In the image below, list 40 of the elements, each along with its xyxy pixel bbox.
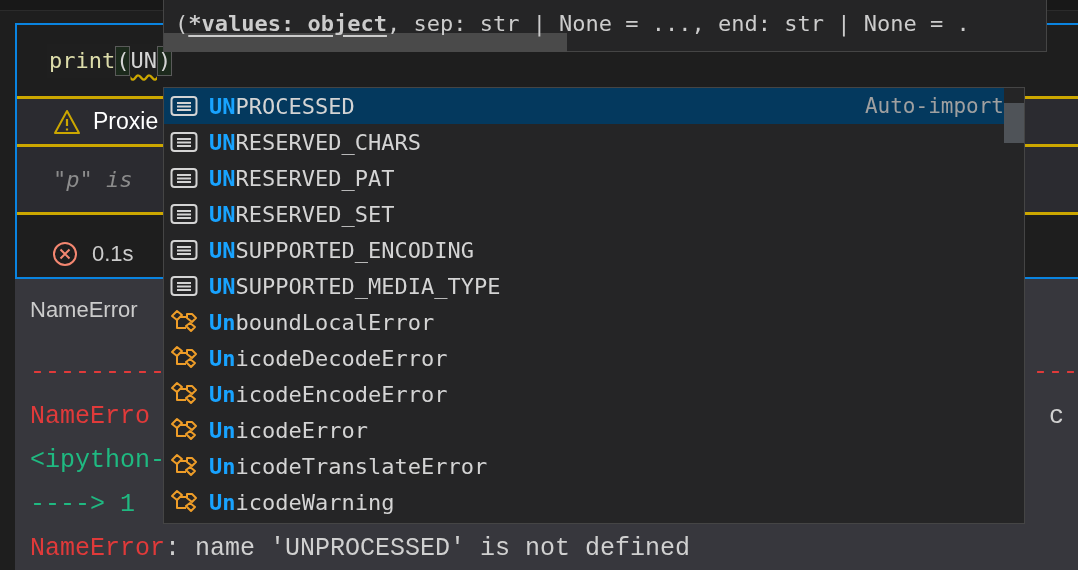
output-heading: NameError — [30, 296, 138, 324]
error-name: NameError — [30, 533, 166, 563]
suggestion-item[interactable]: UnicodeDecodeError — [164, 340, 1004, 376]
constant-icon — [170, 167, 198, 189]
warning-title: Proxie — [93, 108, 159, 135]
class-icon — [170, 489, 198, 515]
line-number: 1 — [120, 489, 136, 519]
suggestion-item[interactable]: UnboundLocalError — [164, 304, 1004, 340]
suggestion-item[interactable]: UnicodeTranslateError — [164, 448, 1004, 484]
traceback-location: <ipython- — [30, 445, 166, 475]
separator-dashes: --- — [1033, 357, 1078, 387]
class-icon — [170, 345, 198, 371]
constant-icon — [170, 275, 198, 297]
suggestion-item[interactable]: UnicodeEncodeError — [164, 376, 1004, 412]
constant-icon — [170, 239, 198, 261]
class-icon — [170, 453, 198, 479]
signature-text: (*values: object, sep: str | None = ..., end: str | None = . — [175, 11, 970, 36]
class-icon — [170, 309, 198, 335]
execution-time: 0.1s — [92, 240, 134, 268]
constant-icon — [170, 203, 198, 225]
suggestion-item[interactable]: UNRESERVED_SET — [164, 196, 1004, 232]
suggestion-item[interactable]: UnicodeError — [164, 412, 1004, 448]
warning-message: "p" is — [53, 167, 133, 192]
error-message: : name 'UNPROCESSED' is not defined — [165, 533, 691, 563]
suggestion-item[interactable]: UNSUPPORTED_ENCODING — [164, 232, 1004, 268]
separator-dashes: --------- — [30, 357, 166, 387]
scrollbar-thumb[interactable] — [1004, 103, 1024, 143]
output-text: c — [1049, 401, 1064, 431]
suggestion-item[interactable]: UNRESERVED_PAT — [164, 160, 1004, 196]
suggestion-item[interactable]: UNSUPPORTED_MEDIA_TYPE — [164, 268, 1004, 304]
error-name: NameErro — [30, 401, 151, 431]
class-icon — [170, 417, 198, 443]
constant-icon — [170, 95, 198, 117]
suggestion-item[interactable]: UNPROCESSED Auto-import — [164, 88, 1004, 124]
class-icon — [170, 381, 198, 407]
constant-icon — [170, 131, 198, 153]
suggestion-item[interactable]: UnicodeWarning — [164, 484, 1004, 520]
traceback-arrow: ----> — [30, 489, 105, 519]
warning-icon — [53, 108, 81, 135]
suggestion-item[interactable]: UNRESERVED_CHARS — [164, 124, 1004, 160]
